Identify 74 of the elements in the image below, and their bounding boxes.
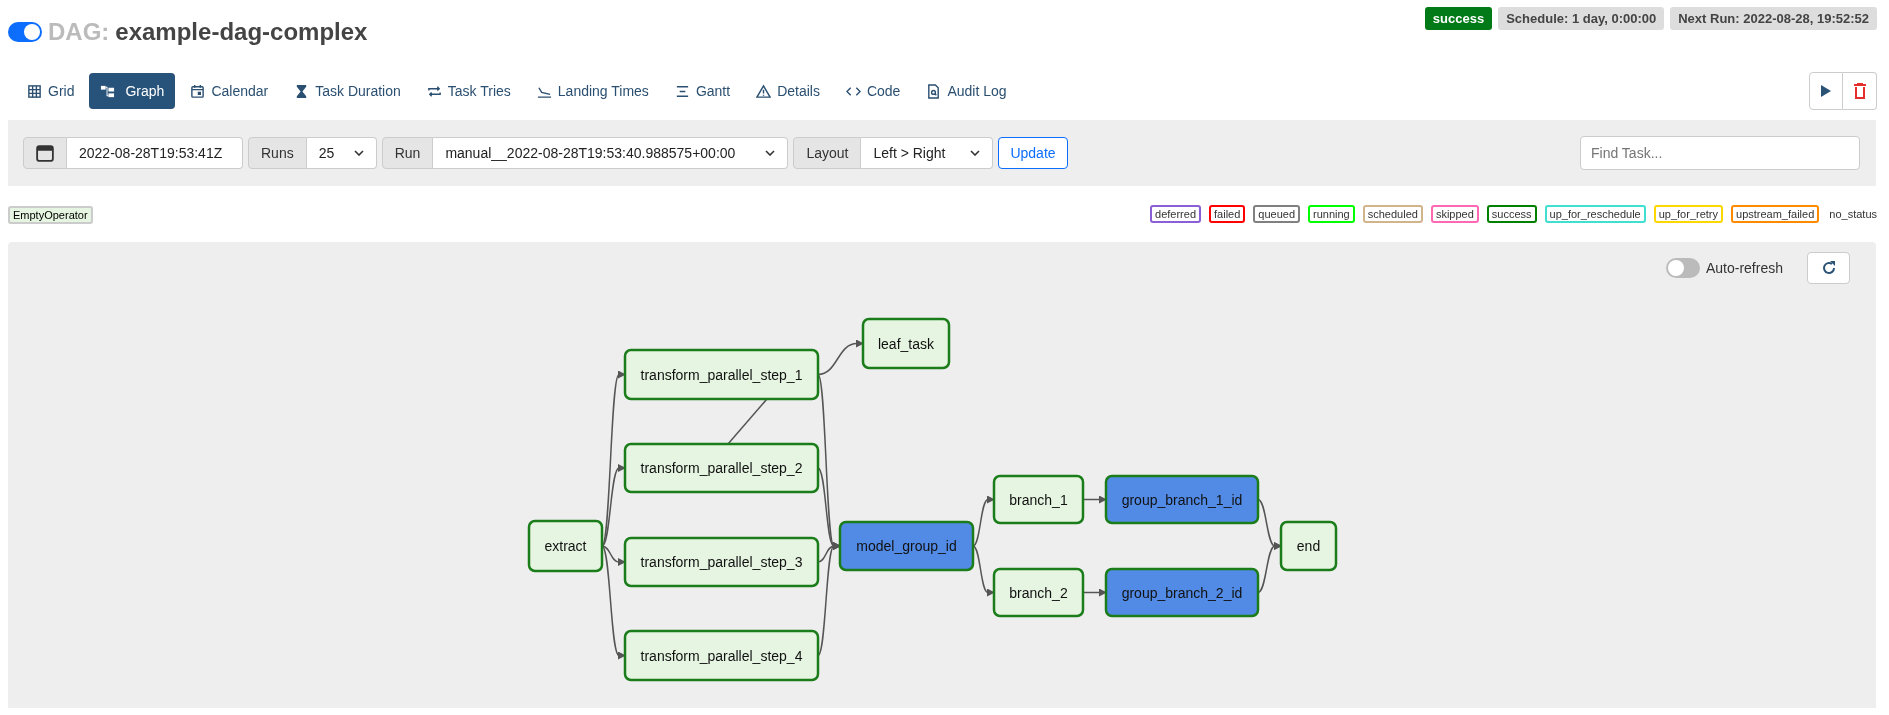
state-badge: success <box>1424 7 1493 30</box>
edge-line <box>727 398 768 445</box>
view-tab[interactable]: Audit Log <box>915 73 1018 109</box>
play-icon <box>1821 85 1831 97</box>
refresh-button[interactable] <box>1807 252 1850 284</box>
edge-arrow <box>1257 542 1282 594</box>
find-task-field[interactable]: Find Task... <box>1580 136 1860 170</box>
view-tab[interactable]: Grid <box>16 73 86 109</box>
view-tab[interactable]: Details <box>745 73 831 109</box>
layout-label: Layout <box>793 137 862 169</box>
grid-icon <box>27 83 42 99</box>
task-node[interactable]: transform_parallel_step_3 <box>623 536 820 588</box>
task-node[interactable]: model_group_id <box>838 520 975 572</box>
status-legend-tag: failed <box>1209 205 1246 223</box>
task-node[interactable]: transform_parallel_step_2 <box>623 442 820 494</box>
caret-icon <box>970 150 981 156</box>
status-legend-label: no_status <box>1829 208 1877 220</box>
caret-icon <box>765 150 776 156</box>
task-node[interactable]: transform_parallel_step_4 <box>623 629 820 682</box>
gantt-icon <box>674 83 690 99</box>
calendar-icon <box>190 83 206 99</box>
layout-select[interactable]: Left > Right <box>861 137 994 169</box>
task-node[interactable]: transform_parallel_step_1 <box>623 348 820 401</box>
task-node[interactable]: group_branch_1_id <box>1104 474 1260 525</box>
runs-label: Runs <box>248 137 307 169</box>
view-tab[interactable]: Graph <box>89 73 176 109</box>
edge-arrow <box>1082 495 1107 504</box>
date-picker-button[interactable] <box>23 137 67 169</box>
edge-arrow <box>1082 588 1107 597</box>
view-tab[interactable]: Landing Times <box>525 73 660 109</box>
runs-select[interactable]: 25 <box>306 137 377 169</box>
status-legend-tag: running <box>1308 205 1355 223</box>
run-select[interactable]: manual__2022-08-28T19:53:40.988575+00:00 <box>433 137 789 169</box>
date-field[interactable]: 2022-08-28T19:53:41Z <box>67 137 243 169</box>
status-legend-tag: up_for_retry <box>1653 205 1723 223</box>
dag-title: example-dag-complex <box>115 18 368 46</box>
calendar-icon <box>36 144 54 162</box>
dag-toggle[interactable] <box>8 22 42 42</box>
trigger-button[interactable] <box>1809 72 1843 110</box>
caret-icon <box>353 150 364 156</box>
view-tab[interactable]: Calendar <box>179 73 280 109</box>
delete-button[interactable] <box>1843 72 1877 110</box>
status-legend-tag: skipped <box>1430 205 1479 223</box>
edge-arrow <box>972 496 995 547</box>
refresh-icon <box>1820 260 1837 276</box>
view-tab[interactable]: Task Tries <box>415 73 522 109</box>
operator-tag: EmptyOperator <box>8 206 93 224</box>
task-node[interactable]: extract <box>527 519 604 573</box>
dag-label: DAG: <box>48 18 110 46</box>
status-legend-tag: scheduled <box>1362 205 1423 223</box>
document-search-icon <box>926 83 942 99</box>
status-legend-tag: deferred <box>1150 205 1202 223</box>
task-node[interactable]: group_branch_2_id <box>1104 567 1260 618</box>
view-tab[interactable]: Gantt <box>663 73 742 109</box>
trash-icon <box>1853 83 1866 99</box>
graph-icon <box>100 83 116 99</box>
update-button[interactable]: Update <box>998 137 1068 169</box>
task-node[interactable]: branch_1 <box>992 474 1085 525</box>
schedule-badge: Schedule: 1 day, 0:00:00 <box>1498 7 1665 30</box>
view-tab[interactable]: Task Duration <box>283 73 412 109</box>
status-legend-tag: success <box>1486 205 1537 223</box>
view-tab[interactable]: Code <box>834 73 912 109</box>
auto-refresh-toggle[interactable] <box>1665 258 1700 278</box>
run-label: Run <box>381 137 434 169</box>
task-node[interactable]: end <box>1279 520 1338 572</box>
task-node[interactable]: branch_2 <box>992 567 1085 618</box>
warning-triangle-icon <box>756 83 772 99</box>
task-node[interactable]: leaf_task <box>861 317 951 370</box>
status-legend-tag: upstream_failed <box>1731 205 1820 223</box>
edge-arrow <box>972 545 995 596</box>
status-legend-tag: up_for_reschedule <box>1544 205 1646 223</box>
auto-refresh-label: Auto-refresh <box>1705 260 1783 276</box>
next-run-badge: Next Run: 2022-08-28, 19:52:52 <box>1670 7 1877 30</box>
status-legend-tag: queued <box>1253 205 1301 223</box>
